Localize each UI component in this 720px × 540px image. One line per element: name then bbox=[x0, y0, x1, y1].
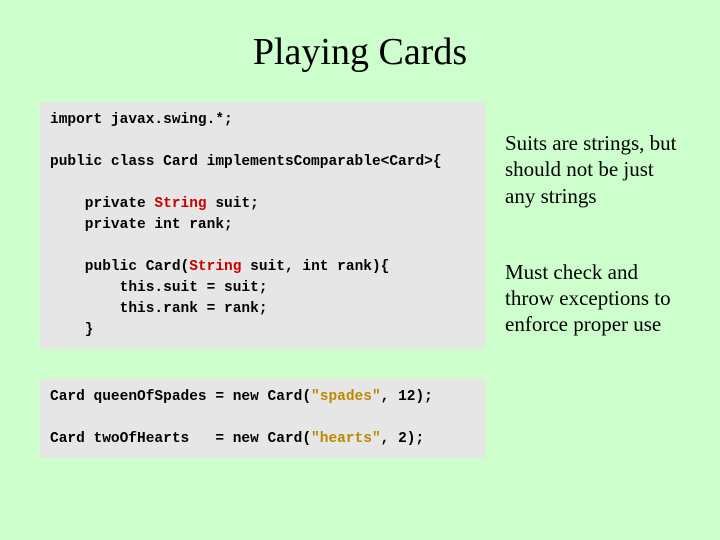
code-block-usage: Card queenOfSpades = new Card("spades", … bbox=[40, 379, 485, 458]
annotation-column: Suits are strings, but should not be jus… bbox=[505, 102, 680, 458]
annotation-top: Suits are strings, but should not be jus… bbox=[505, 130, 680, 209]
code-line-part: Card queenOfSpades = new Card( bbox=[50, 389, 311, 405]
code-line-part: suit, int rank){ bbox=[241, 259, 389, 275]
code-type-string: String bbox=[189, 259, 241, 275]
code-line: public class Card implementsComparable<C… bbox=[50, 154, 442, 170]
code-line-part: private bbox=[50, 196, 154, 212]
annotation-bottom: Must check and throw exceptions to enfor… bbox=[505, 259, 680, 338]
code-line-part: suit; bbox=[207, 196, 259, 212]
code-type-string: String bbox=[154, 196, 206, 212]
code-line: this.suit = suit; bbox=[50, 280, 268, 296]
code-line: private int rank; bbox=[50, 217, 233, 233]
code-line: this.rank = rank; bbox=[50, 301, 268, 317]
code-block-class: import javax.swing.*; public class Card … bbox=[40, 102, 485, 349]
code-line-part: , 2); bbox=[381, 431, 425, 447]
code-column: import javax.swing.*; public class Card … bbox=[40, 102, 485, 458]
code-line: } bbox=[50, 322, 94, 338]
content-row: import javax.swing.*; public class Card … bbox=[40, 102, 680, 458]
page-title: Playing Cards bbox=[40, 30, 680, 74]
code-line-part: , 12); bbox=[381, 389, 433, 405]
code-string-literal: "spades" bbox=[311, 389, 381, 405]
code-string-literal: "hearts" bbox=[311, 431, 381, 447]
code-line-part: public Card( bbox=[50, 259, 189, 275]
code-line-part: Card twoOfHearts = new Card( bbox=[50, 431, 311, 447]
code-line: import javax.swing.*; bbox=[50, 112, 233, 128]
